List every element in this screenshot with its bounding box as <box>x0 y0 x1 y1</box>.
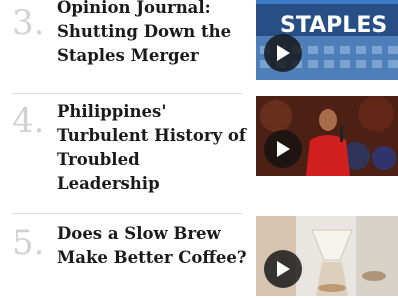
article-headline[interactable]: Philippines' Turbulent History of Troubl… <box>57 100 247 196</box>
article-headline[interactable]: Does a Slow Brew Make Better Coffee? <box>57 222 257 270</box>
play-button[interactable] <box>264 130 302 168</box>
staples-sign-text: STAPLES <box>280 13 387 38</box>
play-button[interactable] <box>264 250 302 288</box>
video-thumbnail[interactable]: STAPLES <box>256 0 398 80</box>
video-thumbnail[interactable] <box>256 216 398 296</box>
play-icon <box>277 141 290 157</box>
play-icon <box>277 261 290 277</box>
article-item-4[interactable]: 4. Philippines' Turbulent History of Tro… <box>0 94 398 212</box>
article-item-5[interactable]: 5. Does a Slow Brew Make Better Coffee? <box>0 214 398 298</box>
play-button[interactable] <box>264 34 302 72</box>
article-item-3[interactable]: 3. Opinion Journal: Shutting Down the St… <box>0 0 398 92</box>
video-thumbnail[interactable] <box>256 96 398 176</box>
play-icon <box>277 45 290 61</box>
article-number: 4. <box>12 101 45 141</box>
article-headline[interactable]: Opinion Journal: Shutting Down the Stapl… <box>57 0 247 68</box>
article-number: 5. <box>12 223 45 263</box>
article-number: 3. <box>12 3 45 43</box>
